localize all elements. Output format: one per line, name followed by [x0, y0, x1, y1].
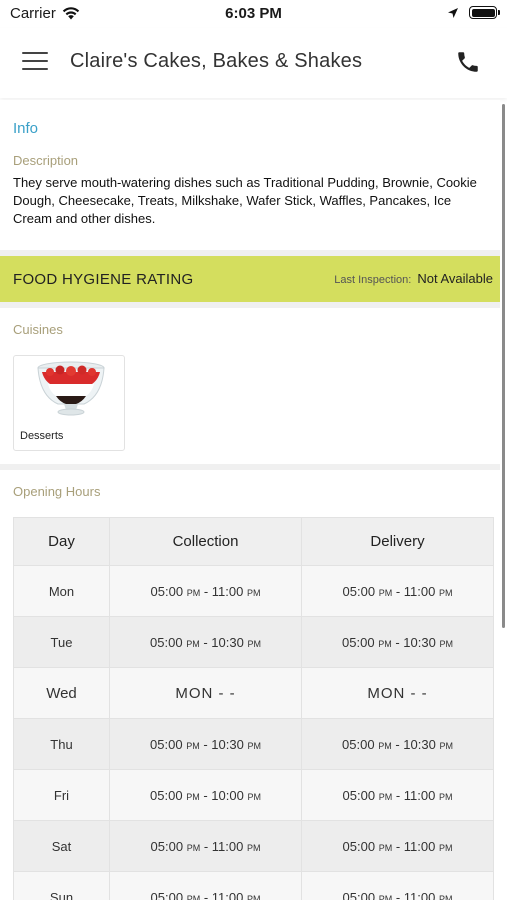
battery-icon: [469, 6, 500, 19]
opening-hours-label: Opening Hours: [13, 484, 101, 499]
status-bar: Carrier 6:03 PM: [0, 0, 507, 28]
info-title: Info: [13, 120, 39, 137]
delivery-cell: MON - -: [301, 667, 494, 719]
dessert-image: [37, 361, 105, 416]
collection-cell: 05:00 PM - 10:30 PM: [109, 718, 302, 770]
day-cell: Mon: [13, 565, 110, 617]
scrollbar[interactable]: [502, 104, 505, 628]
collection-cell: 05:00 PM - 11:00 PM: [109, 565, 302, 617]
table-row: Sat 05:00 PM - 11:00 PM 05:00 PM - 11:00…: [13, 820, 494, 872]
day-cell: Fri: [13, 769, 110, 821]
last-inspection-value: Not Available: [417, 271, 493, 286]
opening-hours-table: Day Collection Delivery Mon 05:00 PM - 1…: [13, 517, 494, 900]
food-hygiene-rating-bar: FOOD HYGIENE RATING Last Inspection: Not…: [0, 256, 500, 302]
collection-cell: 05:00 PM - 10:30 PM: [109, 616, 302, 668]
hamburger-menu-icon[interactable]: [22, 50, 48, 72]
table-row: Thu 05:00 PM - 10:30 PM 05:00 PM - 10:30…: [13, 718, 494, 770]
location-arrow-icon: [448, 7, 458, 18]
delivery-cell: 05:00 PM - 11:00 PM: [301, 871, 494, 900]
column-header-collection: Collection: [109, 517, 302, 566]
delivery-cell: 05:00 PM - 10:30 PM: [301, 718, 494, 770]
column-header-delivery: Delivery: [301, 517, 494, 566]
description-text: They serve mouth-watering dishes such as…: [13, 175, 477, 226]
delivery-cell: 05:00 PM - 10:30 PM: [301, 616, 494, 668]
collection-cell: MON - -: [109, 667, 302, 719]
last-inspection: Last Inspection: Not Available: [334, 271, 493, 286]
cuisines-label: Cuisines: [13, 322, 63, 337]
table-header-row: Day Collection Delivery: [13, 517, 494, 566]
cuisine-name: Desserts: [20, 430, 64, 442]
info-section: Info Description They serve mouth-wateri…: [0, 100, 500, 250]
delivery-cell: 05:00 PM - 11:00 PM: [301, 565, 494, 617]
day-cell: Wed: [13, 667, 110, 719]
description-label: Description: [13, 153, 79, 168]
collection-cell: 05:00 PM - 10:00 PM: [109, 769, 302, 821]
delivery-cell: 05:00 PM - 11:00 PM: [301, 820, 494, 872]
last-inspection-label: Last Inspection:: [334, 274, 412, 286]
delivery-cell: 05:00 PM - 11:00 PM: [301, 769, 494, 821]
main-content[interactable]: Info Description They serve mouth-wateri…: [0, 100, 500, 900]
day-cell: Sun: [13, 871, 110, 900]
table-row: Fri 05:00 PM - 10:00 PM 05:00 PM - 11:00…: [13, 769, 494, 821]
cuisines-section: Cuisines Desserts: [0, 308, 500, 464]
table-row: Sun 05:00 PM - 11:00 PM 05:00 PM - 11:00…: [13, 871, 494, 900]
collection-cell: 05:00 PM - 11:00 PM: [109, 871, 302, 900]
collection-cell: 05:00 PM - 11:00 PM: [109, 820, 302, 872]
app-header: Claire's Cakes, Bakes & Shakes: [0, 28, 507, 98]
status-time: 6:03 PM: [225, 5, 282, 22]
column-header-day: Day: [13, 517, 110, 566]
table-row: Wed MON - - MON - -: [13, 667, 494, 719]
day-cell: Thu: [13, 718, 110, 770]
status-right: [447, 6, 500, 19]
table-row: Tue 05:00 PM - 10:30 PM 05:00 PM - 10:30…: [13, 616, 494, 668]
table-row: Mon 05:00 PM - 11:00 PM 05:00 PM - 11:00…: [13, 565, 494, 617]
cuisine-card-desserts[interactable]: Desserts: [13, 355, 125, 451]
page-title: Claire's Cakes, Bakes & Shakes: [70, 50, 363, 72]
day-cell: Tue: [13, 616, 110, 668]
day-cell: Sat: [13, 820, 110, 872]
phone-icon[interactable]: [455, 49, 481, 75]
hygiene-title: FOOD HYGIENE RATING: [13, 270, 194, 288]
opening-hours-section: Opening Hours Day Collection Delivery Mo…: [0, 470, 500, 900]
